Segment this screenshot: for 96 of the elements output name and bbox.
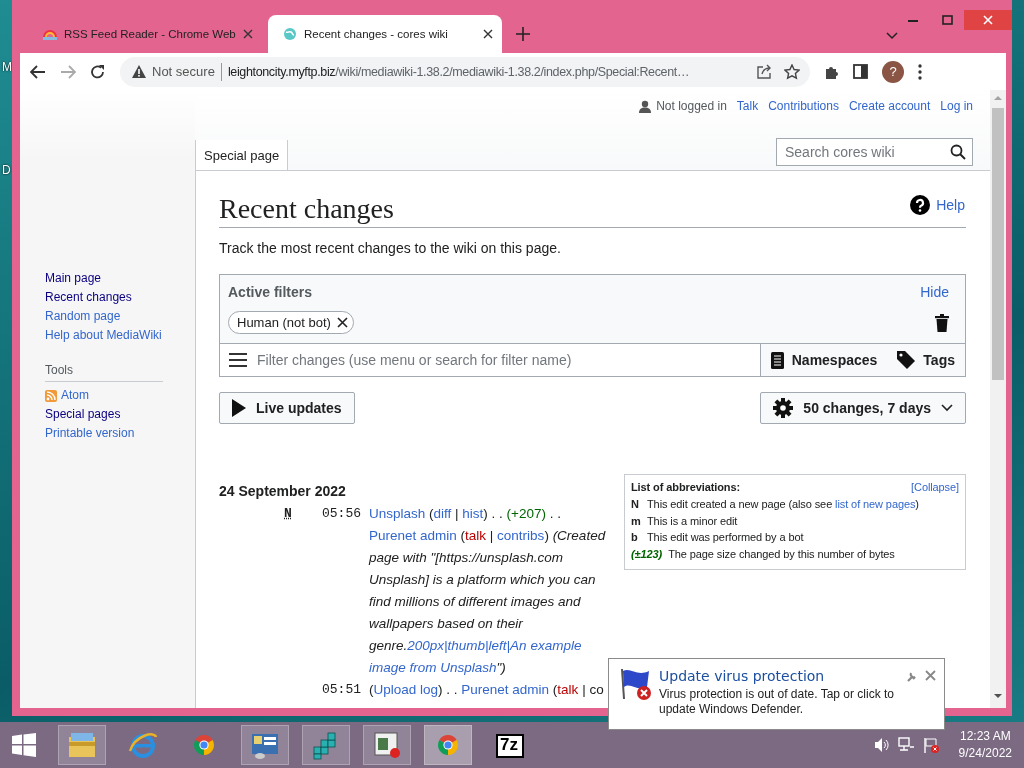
- collapse-link[interactable]: [Collapse]: [911, 479, 959, 496]
- legend-key: b: [631, 529, 641, 547]
- hide-link[interactable]: Hide: [920, 284, 949, 300]
- close-icon[interactable]: [482, 28, 494, 40]
- browser-tab[interactable]: Recent changes - cores wiki: [268, 15, 502, 53]
- missing-page-link[interactable]: talk: [465, 528, 487, 543]
- notification-text: Virus protection is out of date. Tap or click to update Windows Defender.: [659, 687, 895, 717]
- namespaces-button[interactable]: Namespaces: [760, 344, 888, 376]
- user-icon: [639, 99, 652, 113]
- globe-icon: [282, 26, 298, 42]
- search-box[interactable]: Search cores wiki: [776, 138, 973, 166]
- taskbar-app-button[interactable]: 7z: [485, 725, 533, 765]
- taskbar-app-button[interactable]: [241, 725, 289, 765]
- sidebar-link[interactable]: Recent changes: [45, 290, 195, 305]
- new-tab-icon[interactable]: [516, 27, 530, 41]
- header-link[interactable]: Create account: [848, 99, 931, 113]
- security-label: Not secure: [152, 64, 215, 79]
- sidebar-link[interactable]: Random page: [45, 309, 195, 324]
- legend-heading: List of abbreviations:: [631, 480, 741, 495]
- page-title: Recent changes: [219, 193, 394, 225]
- trash-icon[interactable]: [935, 314, 949, 332]
- clock[interactable]: 12:23 AM 9/24/2022: [958, 728, 1012, 762]
- warning-icon: [132, 65, 146, 78]
- new-page-letter: N: [284, 505, 292, 523]
- header-link[interactable]: Log in: [940, 99, 973, 113]
- desktop-icon-label[interactable]: D: [2, 163, 11, 177]
- missing-page-link[interactable]: talk: [557, 682, 579, 697]
- legend-text: This edit was performed by a bot: [647, 530, 804, 546]
- back-icon[interactable]: [30, 63, 46, 80]
- share-icon[interactable]: [757, 64, 772, 79]
- wiki-link[interactable]: Purenet admin: [369, 528, 457, 543]
- close-icon[interactable]: [336, 317, 348, 328]
- change-time: 05:51: [322, 681, 362, 699]
- sidebar-link[interactable]: Atom: [61, 388, 89, 403]
- header-link[interactable]: Talk: [736, 99, 759, 113]
- browser-tab[interactable]: RSS Feed Reader - Chrome Web: [28, 15, 262, 53]
- window-icon: [371, 729, 403, 761]
- legend-key: m: [631, 512, 641, 530]
- notification-title: Update virus protection: [659, 668, 826, 684]
- reload-icon[interactable]: [90, 63, 106, 80]
- side-panel-icon[interactable]: [853, 64, 868, 79]
- change-summary: Unsplash (diff | hist) . . (+207) . . Purenet admin (talk | contribs) (Created page with "[https://unsplash.com Unsplash] is a platform which you can find millions of different images and wallpapers based on their genre.200px|thumb|left|An example image from Unsplash"): [369, 505, 607, 677]
- search-icon[interactable]: [950, 144, 966, 160]
- windows-start-icon[interactable]: [12, 733, 36, 757]
- sidebar-link[interactable]: Main page: [45, 271, 195, 286]
- sidebar-link[interactable]: Printable version: [45, 426, 135, 441]
- flag-icon[interactable]: [922, 736, 940, 754]
- filter-field[interactable]: Filter changes (use menu or search for filter name): [255, 351, 760, 369]
- speaker-icon[interactable]: [873, 737, 889, 753]
- legend-text: The page size changed by this number of bytes: [668, 547, 895, 563]
- filter-tag[interactable]: Human (not bot): [228, 311, 354, 334]
- tags-button[interactable]: Tags: [887, 344, 965, 376]
- header-link[interactable]: Contributions: [768, 99, 839, 113]
- legend-key: (±123): [631, 546, 663, 563]
- network-icon[interactable]: [897, 737, 914, 753]
- wiki-link[interactable]: diff: [433, 506, 452, 521]
- document-icon: [770, 351, 784, 369]
- caret-icon: [941, 404, 953, 412]
- period-dropdown[interactable]: 50 changes, 7 days: [760, 392, 966, 424]
- address-bar[interactable]: Not secure leightoncity.myftp.biz/wiki/mediawiki-1.38.2/mediawiki-1.38.2/index.php/Special:Recent…: [120, 56, 810, 87]
- menu-icon[interactable]: [229, 353, 247, 367]
- wiki-link[interactable]: Unsplash: [369, 506, 426, 521]
- gear-icon: [773, 398, 794, 418]
- wiki-link[interactable]: list of new pages: [835, 497, 916, 510]
- legend-text: This edit created a new page (also see list of new pages): [647, 496, 919, 512]
- wiki-link[interactable]: contribs: [497, 528, 545, 543]
- login-status: Not logged in: [639, 99, 727, 113]
- help-icon[interactable]: [910, 195, 931, 215]
- legend-key: N: [631, 495, 641, 513]
- feed-icon: [45, 389, 57, 402]
- live-updates-button[interactable]: Live updates: [219, 392, 355, 424]
- change-time: 05:56: [322, 505, 362, 523]
- sidebar-heading: Tools: [45, 363, 163, 382]
- desktop-icon-label[interactable]: M: [2, 60, 12, 74]
- url-text: leightoncity.myftp.biz/wiki/mediawiki-1.38.2/mediawiki-1.38.2/index.php/Special:Recent…: [227, 64, 690, 79]
- chevron-down-icon[interactable]: [886, 32, 898, 40]
- maximize-icon[interactable]: [941, 15, 953, 25]
- legend-text: This is a minor edit: [647, 513, 738, 529]
- filter-heading: Active filters: [228, 284, 314, 300]
- help-link[interactable]: Help: [936, 197, 965, 213]
- date-heading: 24 September 2022: [219, 483, 347, 499]
- intro-text: Track the most recent changes to the wiki on this page.: [219, 240, 562, 256]
- taskbar-app-button[interactable]: [363, 725, 411, 765]
- play-icon: [232, 399, 246, 417]
- sidebar-link[interactable]: Special pages: [45, 407, 121, 422]
- wiki-link[interactable]: hist: [462, 506, 484, 521]
- wiki-link[interactable]: Upload log: [373, 682, 439, 697]
- page-tab[interactable]: Special page: [195, 140, 289, 171]
- wiki-link[interactable]: Purenet admin: [461, 682, 550, 697]
- more-icon[interactable]: [918, 63, 922, 80]
- star-icon[interactable]: [784, 63, 800, 80]
- notification-popup[interactable]: Update virus protection Virus protection is out of date. Tap or click to update Windows Defender.: [608, 658, 945, 730]
- flag-icon: [619, 667, 653, 701]
- profile-avatar[interactable]: ?: [882, 60, 904, 83]
- sidebar-link[interactable]: Help about MediaWiki: [45, 328, 195, 343]
- tag-icon: [897, 351, 916, 369]
